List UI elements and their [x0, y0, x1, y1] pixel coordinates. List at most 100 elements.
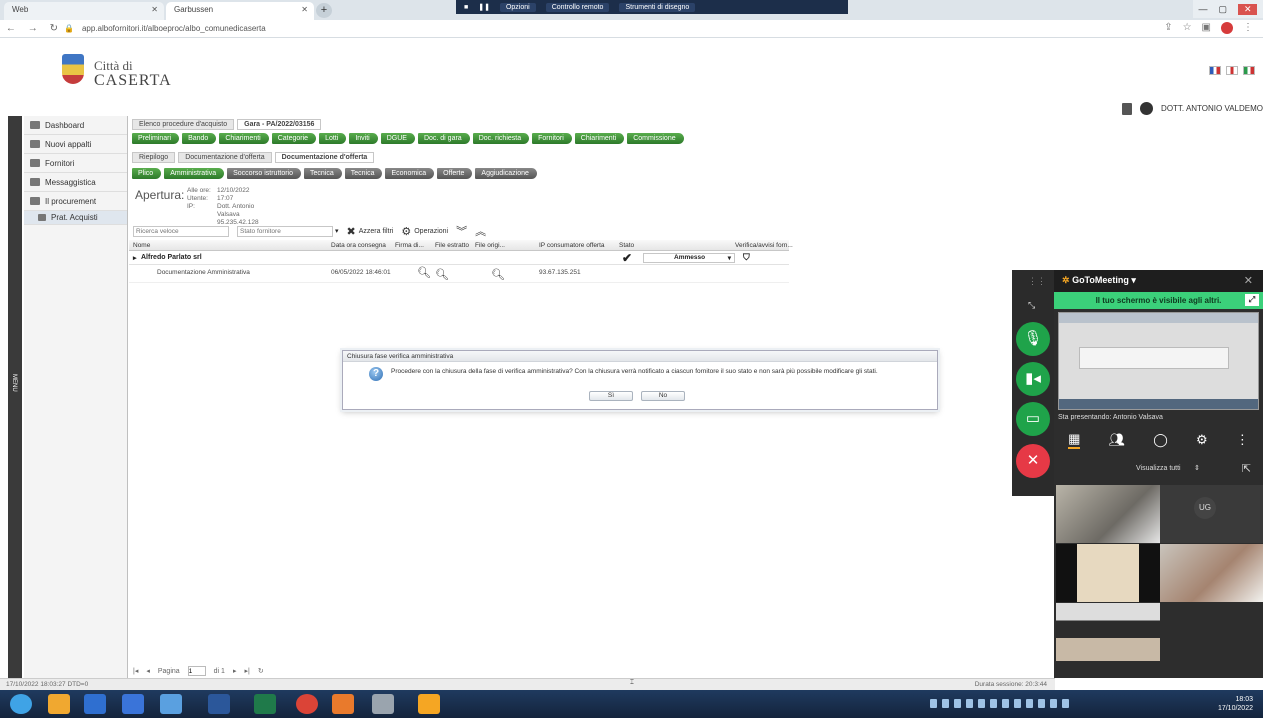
- remote-control-menu[interactable]: Controllo remoto: [545, 2, 610, 12]
- supplier-status-filter[interactable]: [237, 225, 333, 237]
- tray-icon[interactable]: [990, 699, 997, 708]
- phase-tab[interactable]: Plico: [132, 168, 162, 179]
- forward-icon[interactable]: →: [28, 23, 38, 34]
- phase-tab[interactable]: Soccorso istruttorio: [227, 168, 302, 179]
- tab-procedure-list[interactable]: Elenco procedure d'acquisto: [132, 119, 235, 130]
- column-header[interactable]: File origi...: [475, 242, 505, 249]
- magnifier-icon[interactable]: 🔍︎: [417, 266, 431, 279]
- phase-tab[interactable]: Tecnica: [344, 168, 383, 179]
- flow-tab[interactable]: DGUE: [380, 133, 415, 144]
- expand-icon[interactable]: ⤢: [1245, 294, 1259, 306]
- admission-status-select[interactable]: Ammesso ▾: [643, 253, 735, 263]
- firefox-icon[interactable]: [332, 694, 354, 714]
- close-icon[interactable]: ✕: [301, 5, 308, 14]
- sidebar-subitem-purchase-practices[interactable]: Prat. Acquisti: [24, 211, 127, 225]
- tray-icon[interactable]: [1014, 699, 1021, 708]
- language-flag-icon[interactable]: [1209, 66, 1221, 75]
- expand-arrow-icon[interactable]: ▸: [133, 254, 137, 262]
- page-number-input[interactable]: [187, 666, 206, 676]
- user-menu[interactable]: DOTT. ANTONIO VALDEMO: [1122, 102, 1263, 115]
- no-button[interactable]: No: [641, 391, 685, 401]
- chrome-icon[interactable]: [296, 694, 318, 714]
- column-header[interactable]: Verifica/avvisi forn...: [735, 242, 793, 249]
- sidebar-item-new-tenders[interactable]: Nuovi appalti: [24, 135, 127, 154]
- leave-meeting-button[interactable]: ✕: [1016, 444, 1050, 478]
- chevron-down-icon[interactable]: ▾: [335, 227, 339, 235]
- language-flag-icon[interactable]: [1243, 66, 1255, 75]
- participant-video[interactable]: [1056, 603, 1160, 661]
- popout-icon[interactable]: ⇱: [1242, 462, 1251, 475]
- column-header[interactable]: Firma di...: [395, 242, 424, 249]
- edge-icon[interactable]: [84, 694, 106, 714]
- flow-tab[interactable]: Categorie: [271, 133, 317, 144]
- app-icon[interactable]: [160, 694, 182, 714]
- word-icon[interactable]: [208, 694, 230, 714]
- phase-tab[interactable]: Aggiudicazione: [475, 168, 537, 179]
- close-icon[interactable]: ✕: [151, 5, 158, 14]
- flow-tab[interactable]: Fornitori: [532, 133, 572, 144]
- sidebar-item-procurement[interactable]: Il procurement: [24, 192, 127, 211]
- tab-summary[interactable]: Riepilogo: [132, 152, 176, 163]
- expand-all-button[interactable]: ︾: [456, 223, 467, 239]
- collapse-all-button[interactable]: ︽: [475, 223, 486, 239]
- tray-icon[interactable]: [954, 699, 961, 708]
- flow-tab[interactable]: Bando: [182, 133, 217, 144]
- language-flag-icon[interactable]: [1226, 66, 1238, 75]
- tray-icon[interactable]: [1026, 699, 1033, 708]
- magnifier-icon[interactable]: 🔍︎: [491, 268, 505, 281]
- column-header[interactable]: Stato: [619, 242, 634, 249]
- close-icon[interactable]: ✕: [1244, 274, 1253, 287]
- tray-icon[interactable]: [1062, 699, 1069, 708]
- close-window-icon[interactable]: ✕: [1237, 3, 1258, 15]
- flow-tab[interactable]: Doc. richiesta: [472, 133, 530, 144]
- phase-tab[interactable]: Tecnica: [304, 168, 342, 179]
- settings-icon[interactable]: ⚙: [1196, 432, 1208, 448]
- url-field[interactable]: app.albofornitori.it/alboeproc/albo_comu…: [82, 24, 266, 33]
- menu-collapse-strip[interactable]: MENU: [8, 116, 22, 678]
- outlook-icon[interactable]: [122, 694, 144, 714]
- reload-icon[interactable]: ↻: [50, 23, 58, 34]
- share-icon[interactable]: ⇪: [1164, 22, 1172, 34]
- flow-tab[interactable]: Inviti: [349, 133, 378, 144]
- stop-icon[interactable]: ❚❚: [478, 3, 490, 11]
- extensions-icon[interactable]: ▣: [1202, 22, 1211, 34]
- sidebar-item-messaging[interactable]: Messaggistica: [24, 173, 127, 192]
- profile-avatar[interactable]: [1221, 22, 1233, 34]
- options-menu[interactable]: Opzioni: [499, 2, 536, 12]
- chat-icon[interactable]: ◯: [1153, 432, 1168, 448]
- tray-icon[interactable]: [942, 699, 949, 708]
- tray-icon[interactable]: [1050, 699, 1057, 708]
- flow-tab[interactable]: Commissione: [627, 133, 684, 144]
- back-icon[interactable]: ←: [6, 23, 16, 34]
- last-page-icon[interactable]: ▸|: [244, 667, 249, 675]
- excel-icon[interactable]: [254, 694, 276, 714]
- phase-tab[interactable]: Offerte: [437, 168, 473, 179]
- bookmark-star-icon[interactable]: ☆: [1183, 22, 1192, 34]
- refresh-icon[interactable]: ↻: [258, 667, 264, 675]
- start-icon[interactable]: [10, 694, 32, 714]
- camera-button[interactable]: ▮◂: [1016, 362, 1050, 396]
- tray-icon[interactable]: [1038, 699, 1045, 708]
- minimize-icon[interactable]: —: [1198, 4, 1207, 14]
- flow-tab[interactable]: Chiarimenti: [219, 133, 269, 144]
- screen-share-button[interactable]: ▭: [1016, 402, 1050, 436]
- column-header[interactable]: IP consumatore offerta: [539, 242, 605, 249]
- tab-offer-documents-active[interactable]: Documentazione d'offerta: [274, 152, 375, 163]
- participant-video[interactable]: [1056, 485, 1160, 543]
- tab-offer-documents[interactable]: Documentazione d'offerta: [178, 152, 272, 163]
- file-explorer-icon[interactable]: [48, 694, 70, 714]
- first-page-icon[interactable]: |◂: [133, 667, 138, 675]
- maximize-icon[interactable]: ▢: [1218, 4, 1227, 15]
- pause-icon[interactable]: ■: [464, 4, 468, 11]
- table-row[interactable]: Documentazione Amministrativa 06/05/2022…: [129, 265, 789, 283]
- grid-view-icon[interactable]: ▦: [1068, 431, 1081, 449]
- clear-filters-button[interactable]: ✖ Azzera filtri: [347, 225, 394, 238]
- microphone-button[interactable]: 🎙︎: [1016, 322, 1050, 356]
- yes-button[interactable]: Sì: [589, 391, 633, 401]
- participant-video[interactable]: [1160, 544, 1263, 602]
- menu-dots-icon[interactable]: ⋮: [1243, 22, 1253, 34]
- new-tab-icon[interactable]: +: [316, 3, 332, 18]
- drawing-tools-menu[interactable]: Strumenti di disegno: [619, 2, 696, 12]
- browser-tab-active[interactable]: Garbussen ✕: [166, 2, 314, 20]
- taskbar-clock[interactable]: 18:03 17/10/2022: [1218, 695, 1253, 713]
